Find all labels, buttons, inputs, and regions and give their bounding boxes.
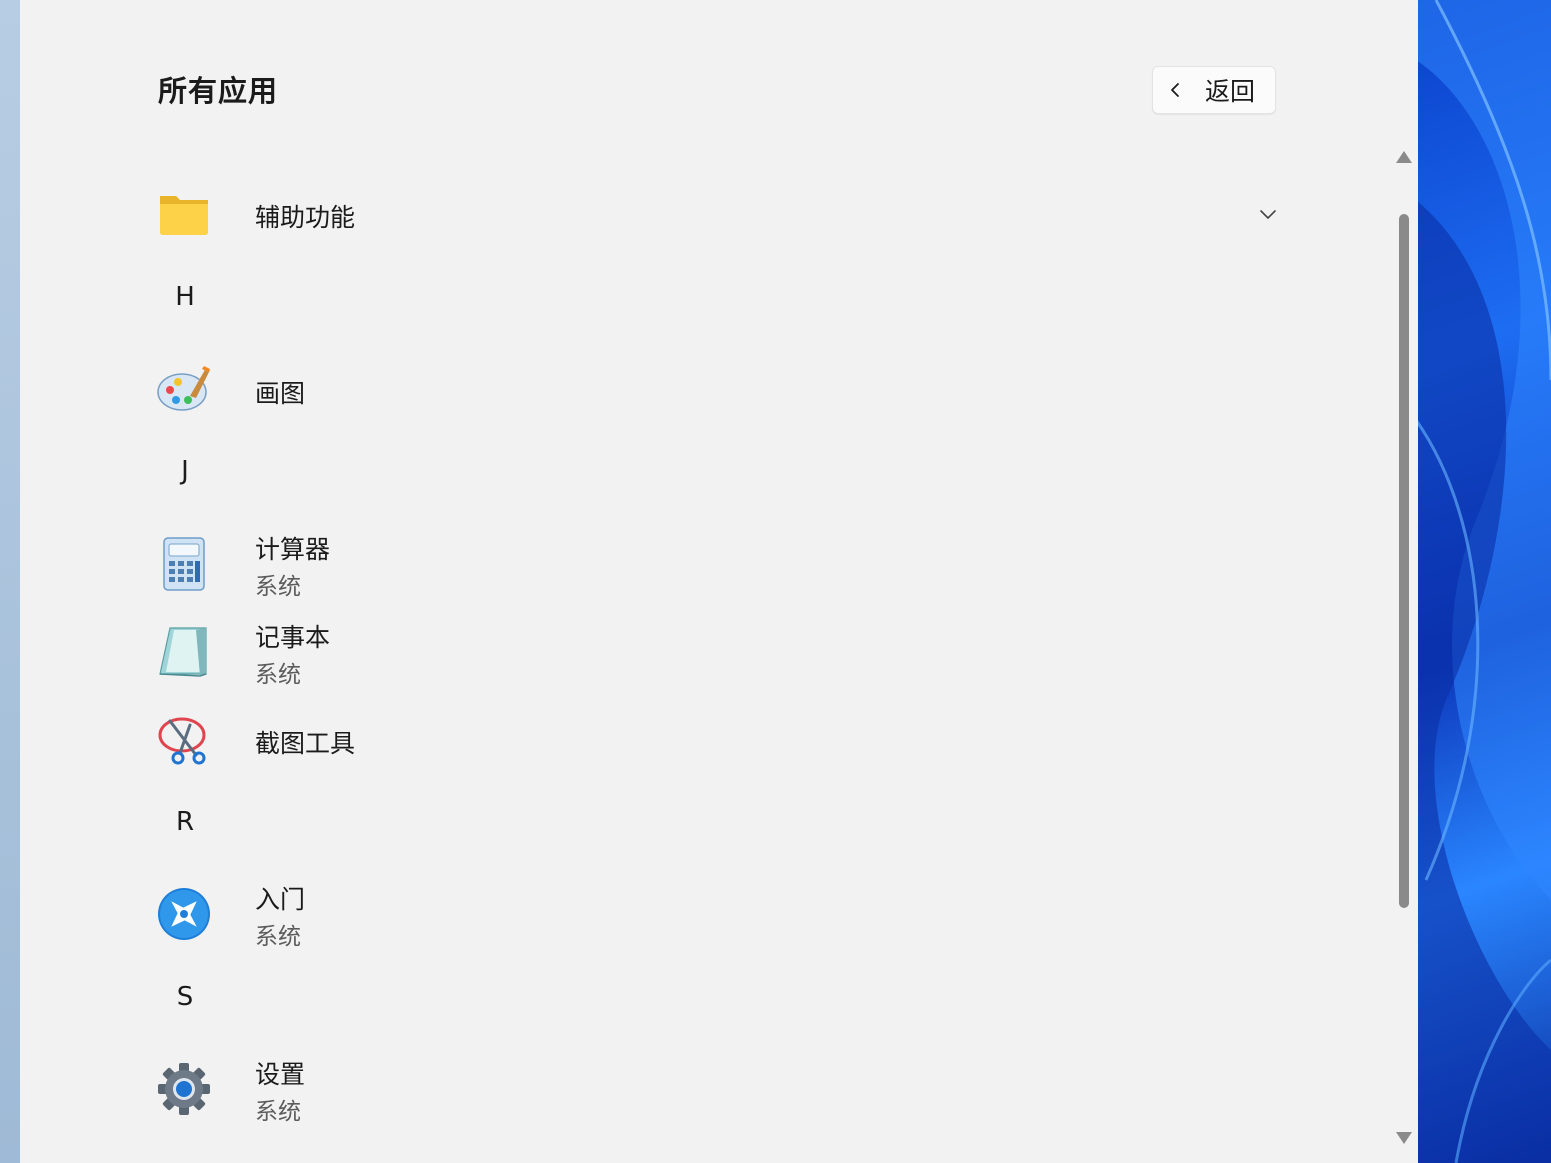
app-item-paint[interactable]: 画图: [20, 346, 1320, 430]
desktop-wallpaper: [1416, 0, 1551, 1163]
letter-header-j[interactable]: J: [20, 456, 1320, 496]
scroll-down-arrow-icon[interactable]: [1395, 1131, 1413, 1145]
app-name: 画图: [255, 379, 306, 408]
letter-header-s[interactable]: S: [20, 982, 1320, 1022]
app-name: 辅助功能: [255, 203, 356, 232]
app-item-snipping-tool[interactable]: 截图工具: [20, 697, 1320, 781]
app-name: 截图工具: [255, 729, 356, 758]
app-name: 计算器: [255, 535, 331, 564]
settings-gear-icon: [158, 1063, 210, 1115]
app-subtitle: 系统: [255, 662, 301, 688]
app-name: 记事本: [255, 623, 331, 652]
app-item-notepad[interactable]: 记事本 系统: [20, 610, 1320, 694]
letter-label: J: [181, 456, 189, 486]
letter-header-h[interactable]: H: [20, 282, 1320, 322]
notepad-icon: [159, 627, 207, 677]
app-item-get-started[interactable]: 入门 系统: [20, 872, 1320, 956]
calculator-icon: [163, 537, 205, 591]
app-name: 入门: [255, 885, 306, 914]
app-subtitle: 系统: [255, 1099, 301, 1125]
scroll-up-arrow-icon[interactable]: [1395, 150, 1413, 164]
app-item-calculator[interactable]: 计算器 系统: [20, 522, 1320, 606]
app-subtitle: 系统: [255, 574, 301, 600]
all-apps-panel: 所有应用 返回 辅助功能 H 画图 J 计算器 系统 记事本 系统 截图工具 R…: [20, 0, 1418, 1163]
letter-label: H: [175, 282, 195, 312]
app-item-accessibility-folder[interactable]: 辅助功能: [20, 172, 1320, 256]
letter-header-r[interactable]: R: [20, 807, 1320, 847]
letter-label: R: [175, 807, 195, 837]
scrollbar-thumb[interactable]: [1399, 214, 1409, 908]
app-name: 设置: [255, 1060, 306, 1089]
back-button-label: 返回: [1205, 77, 1256, 106]
desktop-left-edge: [0, 0, 20, 1163]
snipping-tool-icon: [158, 717, 206, 765]
get-started-icon: [158, 888, 210, 940]
chevron-left-icon: [1171, 83, 1179, 97]
back-button[interactable]: 返回: [1152, 66, 1276, 114]
paint-icon: [157, 366, 210, 411]
letter-label: S: [176, 982, 194, 1012]
folder-icon: [160, 196, 208, 235]
app-subtitle: 系统: [255, 924, 301, 950]
page-title: 所有应用: [158, 74, 279, 108]
app-item-settings[interactable]: 设置 系统: [20, 1047, 1320, 1131]
chevron-down-icon[interactable]: [1256, 202, 1280, 226]
